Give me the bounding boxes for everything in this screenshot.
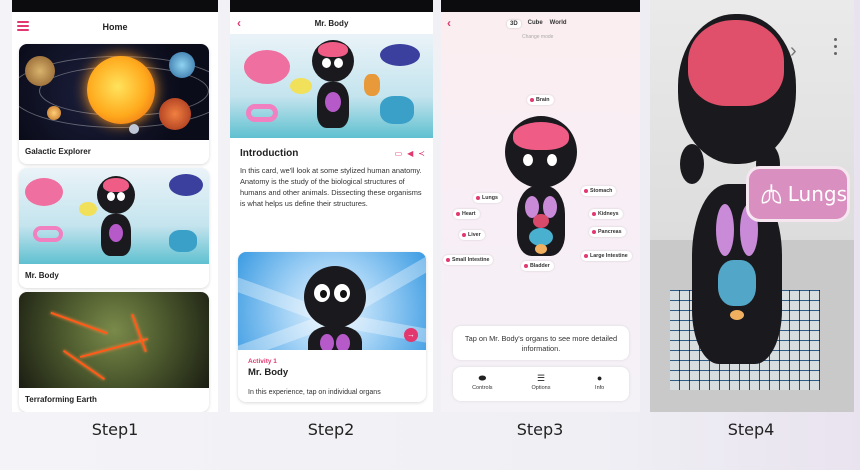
controls-tab[interactable]: ⬬ Controls [457,367,507,401]
status-bar [12,0,218,12]
activity-image: → [238,252,426,350]
mr-body-figure [91,176,141,264]
step4-caption: Step4 [727,420,775,439]
organ-label-heart[interactable]: Heart [453,209,480,219]
options-tab[interactable]: ☰ Options [516,367,566,401]
organ-label-lungs[interactable]: Lungs [473,193,502,203]
organ-label-liver[interactable]: Liver [459,230,485,240]
lungs-icon [761,184,782,204]
speaker-icon[interactable]: ◀ [407,149,413,158]
mode-segmented-control: 3D Cube World [507,20,567,28]
app-bar: Home [12,12,218,42]
galactic-explorer-thumbnail [19,44,209,140]
organ-label-pancreas[interactable]: Pancreas [589,227,626,237]
card-galactic-explorer[interactable]: Galactic Explorer [19,44,209,164]
card-title: Mr. Body [25,271,59,280]
step2-screen: ‹ Mr. Body Introduction ▭ ◀ ≺ In this ca… [230,0,433,412]
step3-caption: Step3 [516,420,564,439]
next-arrow-button[interactable]: → [404,328,418,342]
terraforming-earth-thumbnail [19,292,209,388]
organ-label-large-intestine[interactable]: Large Intestine [581,251,632,261]
card-mr-body[interactable]: Mr. Body [19,168,209,288]
share-icon[interactable]: ≺ [418,149,425,158]
step4-screen: › Lungs [650,0,854,412]
organ-label-brain[interactable]: Brain [527,95,554,105]
organ-label-bladder[interactable]: Bladder [521,261,554,271]
sliders-icon: ☰ [536,373,546,383]
page-title: Mr. Body [314,18,349,28]
intro-header: Introduction ▭ ◀ ≺ [230,138,433,163]
mode-bar: ‹ 3D Cube World [441,16,640,32]
info-tab[interactable]: ● Info [575,367,625,401]
card-terraforming-earth[interactable]: Terraforming Earth [19,292,209,412]
lungs-info-label[interactable]: Lungs [746,166,850,222]
organ-label-stomach[interactable]: Stomach [581,186,617,196]
activity-card[interactable]: → Activity 1 Mr. Body In this experience… [238,252,426,402]
hero-image [230,34,433,138]
mode-cube[interactable]: Cube [528,20,543,28]
app-bar: ‹ Mr. Body [230,12,433,34]
chevron-right-icon[interactable]: › [790,40,797,63]
mode-3d[interactable]: 3D [507,20,521,28]
step2-caption: Step2 [307,420,355,439]
status-bar [230,0,433,12]
activity-kicker: Activity 1 [248,358,277,365]
status-bar [441,0,640,12]
page-title: Home [102,22,128,32]
joystick-icon: ⬬ [478,373,487,383]
card-title: Galactic Explorer [25,147,91,156]
activity-title: Mr. Body [248,367,289,378]
intro-title: Introduction [240,148,299,159]
instruction-hint: Tap on Mr. Body's organs to see more det… [453,326,629,360]
step1-caption: Step1 [91,420,139,439]
change-mode-label: Change mode [522,34,554,40]
bottom-toolbar: ⬬ Controls ☰ Options ● Info [453,367,629,401]
activity-text: In this experience, tap on individual or… [248,389,381,396]
step1-screen: Home Galactic Explorer Mr. Body Terrafor… [12,0,218,412]
step3-screen: ‹ 3D Cube World Change mode Brain Stomac… [441,0,640,412]
mr-body-figure [306,40,360,136]
mode-world[interactable]: World [550,20,567,28]
info-icon: ● [596,373,603,383]
mr-body-model[interactable] [499,116,583,266]
intro-text: In this card, we'll look at some stylize… [240,166,422,208]
back-arrow-icon[interactable]: ‹ [447,16,451,30]
lungs-label-text: Lungs [787,182,847,206]
mr-body-figure [290,266,380,350]
mr-body-thumbnail [19,168,209,264]
more-options-icon[interactable] [834,38,838,59]
organ-label-kidneys[interactable]: Kidneys [589,209,623,219]
card-title: Terraforming Earth [25,395,97,404]
organ-label-small-intestine[interactable]: Small Intestine [443,255,494,265]
back-arrow-icon[interactable]: ‹ [237,16,241,30]
hamburger-menu-icon[interactable] [17,21,29,31]
translate-icon[interactable]: ▭ [395,149,403,158]
